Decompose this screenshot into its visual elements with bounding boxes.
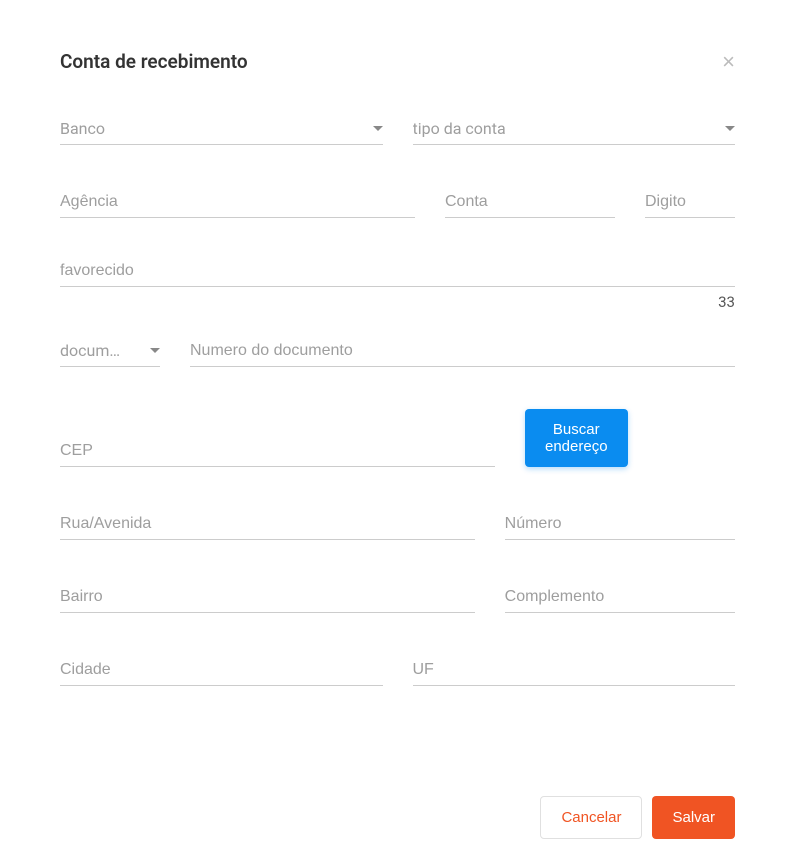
buscar-endereco-button[interactable]: Buscar endereço [525,409,628,467]
document-type-placeholder: docum… [60,341,120,360]
uf-input[interactable] [413,655,736,686]
banco-placeholder: Banco [60,119,105,138]
receiving-account-form: Banco tipo da conta 33 [60,113,735,686]
document-number-input[interactable] [190,336,735,367]
cancel-button[interactable]: Cancelar [540,796,642,839]
tipo-conta-select[interactable]: tipo da conta [413,113,736,145]
numero-input[interactable] [505,509,735,540]
save-button[interactable]: Salvar [652,796,735,839]
favorecido-input[interactable] [60,256,735,287]
close-button[interactable]: × [722,51,735,73]
complemento-input[interactable] [505,582,735,613]
banco-select[interactable]: Banco [60,113,383,145]
bairro-input[interactable] [60,582,475,613]
caret-down-icon [725,126,735,131]
digito-input[interactable] [645,187,735,218]
modal-title: Conta de recebimento [60,50,248,73]
agencia-input[interactable] [60,187,415,218]
favorecido-counter: 33 [60,293,735,311]
cep-input[interactable] [60,436,495,467]
rua-input[interactable] [60,509,475,540]
document-type-select[interactable]: docum… [60,335,160,367]
conta-input[interactable] [445,187,615,218]
cidade-input[interactable] [60,655,383,686]
caret-down-icon [150,348,160,353]
caret-down-icon [373,126,383,131]
close-icon: × [722,49,735,74]
tipo-conta-placeholder: tipo da conta [413,119,506,138]
